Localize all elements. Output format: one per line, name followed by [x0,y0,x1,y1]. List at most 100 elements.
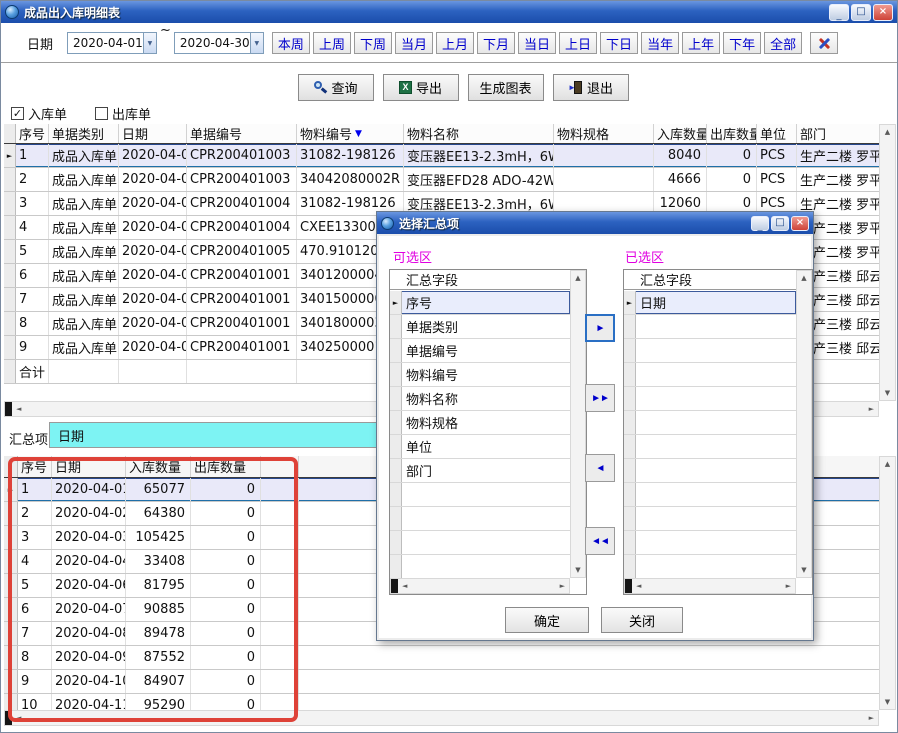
list-item[interactable]: ►日期 [624,291,796,315]
list-item[interactable]: 单据编号 [390,339,570,363]
scroll-up-icon[interactable]: ▲ [571,271,584,285]
quick-next-month-button[interactable]: 下月 [477,32,515,54]
unchecked-checkbox-icon[interactable] [95,107,108,120]
col-header-material-no[interactable]: 物料编号 ▼ [297,124,404,143]
list-item[interactable]: 物料名称 [390,387,570,411]
list-vertical-scrollbar[interactable]: ▲ ▼ [796,270,812,578]
col-header-in-qty[interactable]: 入库数量 [126,456,191,477]
date-from-combobox[interactable]: 2020-04-01 ▼ [67,32,157,54]
quick-next-day-button[interactable]: 下日 [600,32,638,54]
scroll-down-icon[interactable]: ▼ [571,563,584,577]
summary-vertical-scrollbar[interactable]: ▲ ▼ [879,456,896,710]
checked-checkbox-icon[interactable]: ✓ [11,107,24,120]
scroll-down-icon[interactable]: ▼ [797,563,810,577]
scroll-right-icon[interactable]: ► [865,711,878,725]
export-button[interactable]: X 导出 [383,74,459,101]
col-header-date[interactable]: 日期 [119,124,187,143]
dialog-minimize-button[interactable]: _ [751,216,769,231]
chevron-down-icon[interactable]: ▼ [143,33,156,53]
col-header-out-qty[interactable]: 出库数量 [191,456,261,477]
scroll-right-icon[interactable]: ► [782,579,795,593]
quick-prev-day-button[interactable]: 上日 [559,32,597,54]
col-header-seq[interactable]: 序号 [18,456,52,477]
list-item[interactable]: 部门 [390,459,570,483]
quick-next-week-button[interactable]: 下周 [354,32,392,54]
detail-vertical-scrollbar[interactable]: ▲ ▼ [879,124,896,401]
col-header-material-spec[interactable]: 物料规格 [554,124,654,143]
scroll-up-icon[interactable]: ▲ [797,271,810,285]
summary-horizontal-scrollbar[interactable]: ◄ ► [4,710,879,726]
quick-last-week-button[interactable]: 上周 [313,32,351,54]
table-row[interactable]: 2成品入库单2020-04-01CPR20040100334042080002R… [4,168,879,192]
scroll-left-icon[interactable]: ◄ [632,579,645,593]
col-header-dept[interactable]: 部门 [797,124,879,143]
scroll-right-icon[interactable]: ► [865,402,878,416]
quick-all-button[interactable]: 全部 [764,32,802,54]
search-icon [313,81,327,94]
scroll-down-icon[interactable]: ▼ [881,386,894,400]
maximize-button[interactable]: □ [851,4,871,21]
quick-last-month-button[interactable]: 上月 [436,32,474,54]
list-item[interactable]: 物料规格 [390,411,570,435]
scroll-up-icon[interactable]: ▲ [881,125,894,139]
list-item[interactable]: 单位 [390,435,570,459]
dialog-maximize-button[interactable]: □ [771,216,789,231]
quick-today-button[interactable]: 当日 [518,32,556,54]
quick-this-year-button[interactable]: 当年 [641,32,679,54]
minimize-button[interactable]: _ [829,4,849,21]
quick-last-year-button[interactable]: 上年 [682,32,720,54]
app-window: 成品出入库明细表 _ □ × 日期 2020-04-01 ▼ ~ 2020-04… [0,0,898,733]
col-header-doc-type[interactable]: 单据类别 [49,124,119,143]
app-icon [5,5,19,19]
scroll-down-icon[interactable]: ▼ [881,695,894,709]
summary-row[interactable]: 82020-04-09875520 [4,646,879,670]
quick-this-week-button[interactable]: 本周 [272,32,310,54]
close-button[interactable]: × [873,4,893,21]
quick-this-month-button[interactable]: 当月 [395,32,433,54]
col-header-doc-no[interactable]: 单据编号 [187,124,297,143]
dialog-close-button[interactable]: × [791,216,809,231]
col-header-date[interactable]: 日期 [52,456,126,477]
ok-button[interactable]: 确定 [505,607,589,633]
scroll-right-icon[interactable]: ► [556,579,569,593]
summary-row[interactable]: 102020-04-11952900 [4,694,879,710]
generate-chart-button[interactable]: 生成图表 [468,74,544,101]
col-header-unit[interactable]: 单位 [757,124,797,143]
date-to-combobox[interactable]: 2020-04-30 ▼ [174,32,264,54]
dialog-title: 选择汇总项 [399,215,459,232]
summary-field-input[interactable]: 日期 [49,422,377,448]
table-row[interactable]: ► 1成品入库单2020-04-01CPR20040100331082-1981… [4,144,879,168]
col-header-material-name[interactable]: 物料名称 [404,124,554,143]
col-header-seq[interactable]: 序号 [16,124,49,143]
exit-button[interactable]: ► 退出 [553,74,629,101]
query-button[interactable]: 查询 [298,74,374,101]
list-item[interactable]: 单据类别 [390,315,570,339]
quick-next-year-button[interactable]: 下年 [723,32,761,54]
scroll-up-icon[interactable]: ▲ [881,457,894,471]
close-dialog-button[interactable]: 关闭 [601,607,683,633]
scroll-left-icon[interactable]: ◄ [12,711,25,725]
summary-row[interactable]: 92020-04-10849070 [4,670,879,694]
chevron-down-icon[interactable]: ▼ [250,33,263,53]
tools-button[interactable] [810,32,838,54]
move-all-left-button[interactable]: ◄◄ [585,527,615,555]
move-right-button[interactable]: ► [585,314,615,342]
scrollbar-mark [5,711,12,725]
move-all-right-button[interactable]: ►► [585,384,615,412]
row-marker-icon: ► [390,291,402,314]
window-titlebar[interactable]: 成品出入库明细表 _ □ × [1,1,897,23]
inbound-checkbox[interactable]: ✓ 入库单 [11,104,67,123]
list-item[interactable]: ►序号 [390,291,570,315]
dialog-titlebar[interactable]: 选择汇总项 _ □ × [377,212,813,234]
scroll-left-icon[interactable]: ◄ [12,402,25,416]
col-header-in-qty[interactable]: 入库数量 [654,124,707,143]
scroll-left-icon[interactable]: ◄ [398,579,411,593]
list-horizontal-scrollbar[interactable]: ◄ ► [624,578,796,594]
move-left-button[interactable]: ◄ [585,454,615,482]
list-vertical-scrollbar[interactable]: ▲ ▼ [570,270,586,578]
date-to-value: 2020-04-30 [175,36,250,50]
list-horizontal-scrollbar[interactable]: ◄ ► [390,578,570,594]
outbound-checkbox[interactable]: 出库单 [95,104,151,123]
col-header-out-qty[interactable]: 出库数量 [707,124,757,143]
list-item[interactable]: 物料编号 [390,363,570,387]
